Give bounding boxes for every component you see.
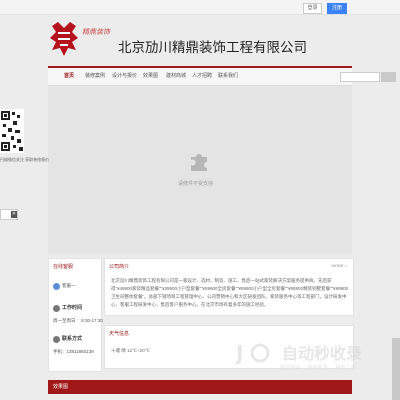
hours-value: 周一至周日 ：8:30-17:30 — [53, 318, 103, 323]
nav-item-cases[interactable]: 装修案例 — [85, 72, 105, 81]
section-label[interactable]: 效果图 — [53, 383, 68, 390]
intro-more-link[interactable]: MORE > — [332, 263, 347, 268]
intro-text: 北京劢川精鼎装饰工程有限公司是一家设计、选材、制造、施工、售后一站式家装解决方案… — [111, 278, 349, 307]
login-button[interactable]: 登录 — [303, 3, 322, 14]
main-nav: 首页 装修案例 设计与报价 效果图 建材商城 人才招聘 联系我们 — [48, 66, 396, 86]
online-service-link[interactable]: 客服一 — [62, 283, 76, 289]
top-bar: 登录 注册 — [0, 0, 400, 15]
section-bar: 效果图 — [48, 380, 352, 394]
chat-icon — [53, 283, 60, 290]
nav-item-materials-mall[interactable]: 建材商城 — [166, 72, 186, 81]
site-title: 北京劢川精鼎装饰工程有限公司 — [118, 40, 307, 55]
contact-panel: 在线客服 客服一 工作时间 周一至周日 ：8:30-17:30 联系方式 手机：… — [48, 258, 103, 372]
weather-text: 十堰 晴 12℃~20℃ — [111, 348, 150, 353]
watermark-subtitle: 提交网站 → 快速收录 → 排名一次 — [280, 365, 356, 371]
search-button[interactable] — [381, 72, 396, 82]
clock-icon — [53, 305, 60, 312]
logo-tagline: 精鼎装饰 — [82, 28, 111, 36]
qr-caption: 扫描微信关注 获取装修报价 — [0, 157, 50, 162]
nav-item-recruitment[interactable]: 人才招聘 — [192, 72, 212, 81]
search-input[interactable] — [340, 72, 380, 82]
puzzle-piece-icon — [188, 150, 210, 172]
company-logo[interactable]: 精鼎装饰 — [48, 20, 114, 60]
nav-item-design-quote[interactable]: 设计与报价 — [112, 72, 137, 81]
nav-item-contact[interactable]: 联系我们 — [218, 72, 238, 81]
company-intro-panel: 公司简介 MORE > 北京劢川精鼎装饰工程有限公司是一家设计、选材、制造、施工… — [104, 258, 354, 316]
right-side-strip — [392, 338, 400, 400]
close-icon[interactable]: ✕ — [11, 211, 17, 218]
side-service-tab[interactable]: ✕ — [0, 209, 18, 220]
phone-label: 联系方式 — [62, 336, 83, 342]
phone-icon — [53, 336, 60, 343]
register-button[interactable]: 注册 — [327, 3, 347, 14]
watermark: J 自动秒收录 提交网站 → 快速收录 → 排名一次 — [236, 338, 396, 374]
watermark-logo-icon: J — [236, 341, 270, 364]
wechat-qr-code — [0, 109, 24, 153]
plugin-unsupported-text: 请修件不受支持 — [178, 181, 214, 187]
contact-title: 在线客服 — [53, 264, 74, 270]
intro-title: 公司简介 — [109, 264, 130, 270]
hours-label: 工作时间 — [62, 305, 83, 311]
nav-item-home[interactable]: 首页 — [64, 72, 74, 81]
watermark-title: 自动秒收录 — [282, 346, 363, 363]
weather-title: 天气信息 — [109, 331, 130, 337]
svg-text:J: J — [236, 341, 243, 364]
phone-value: 手机：13811860138 — [53, 349, 94, 354]
nav-item-renderings[interactable]: 效果图 — [143, 72, 158, 81]
